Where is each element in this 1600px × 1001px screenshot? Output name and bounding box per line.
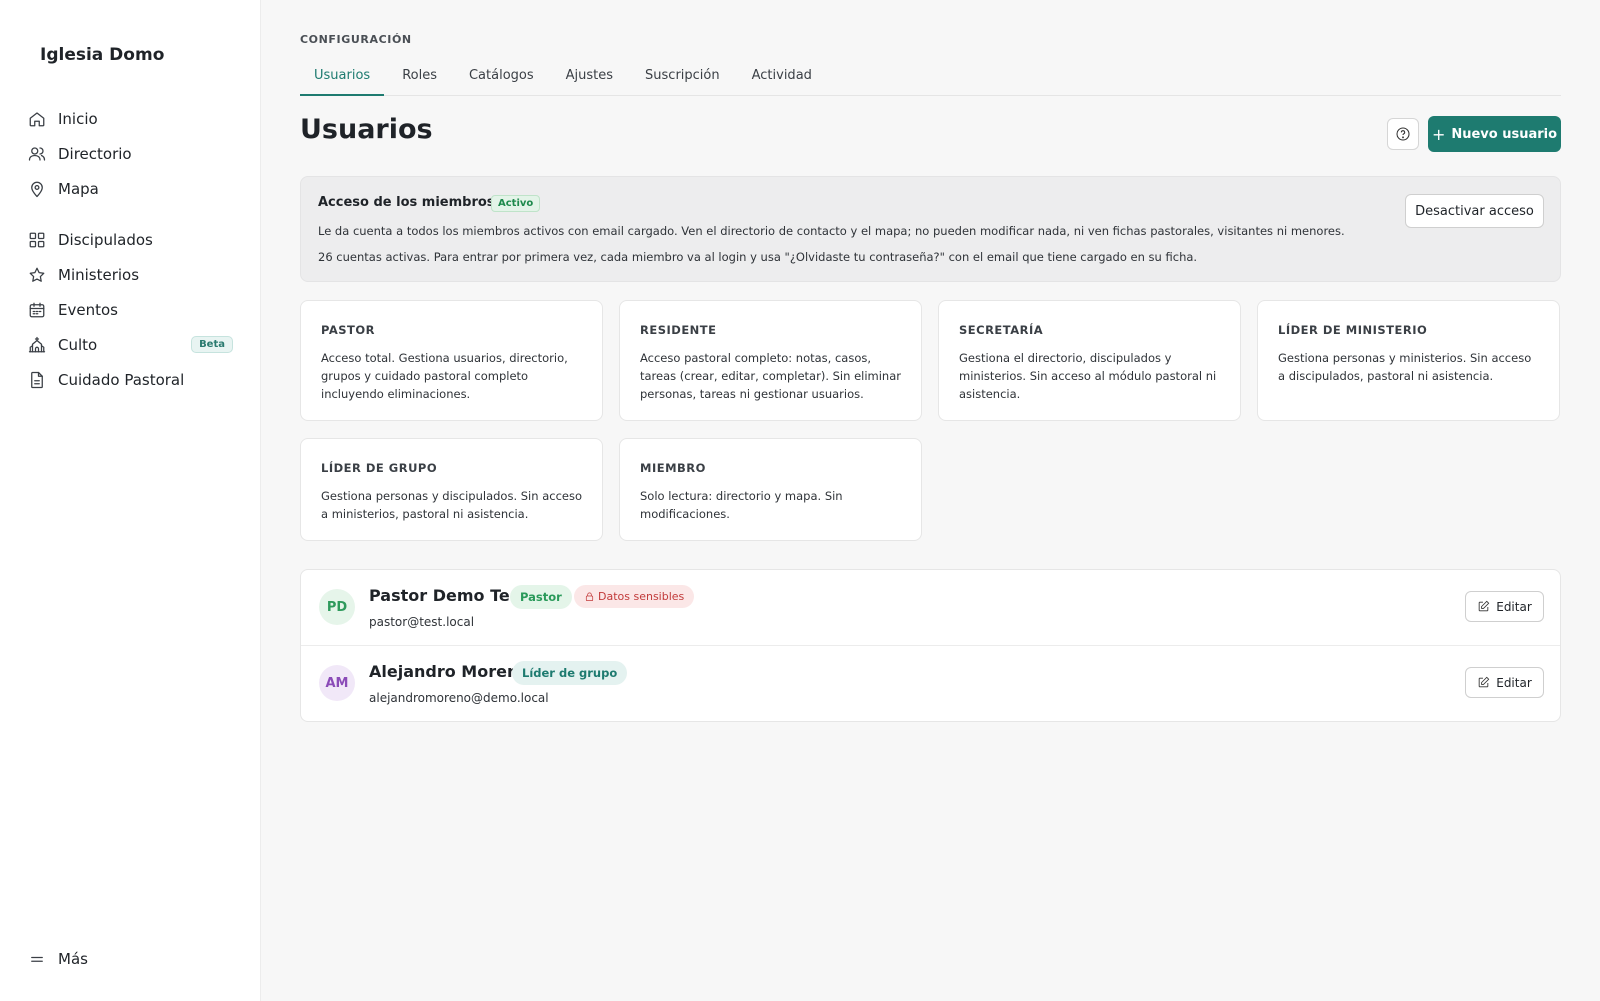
user-list: PD Pastor Demo Test Pastor Datos sensibl…	[300, 569, 1561, 722]
table-row: AM Alejandro Moreno Líder de grupo aleja…	[301, 646, 1560, 722]
edit-label: Editar	[1496, 675, 1532, 690]
user-name: Alejandro Moreno	[369, 662, 530, 681]
edit-user-button[interactable]: Editar	[1465, 591, 1544, 622]
member-access-title: Acceso de los miembros	[318, 195, 495, 210]
sidebar-item-directorio[interactable]: Directorio	[28, 141, 233, 167]
role-description: Acceso pastoral completo: notas, casos, …	[640, 351, 901, 401]
help-icon	[1396, 127, 1410, 141]
role-card-lider-grupo: LÍDER DE GRUPO Gestiona personas y disci…	[300, 438, 603, 541]
sidebar-item-eventos[interactable]: Eventos	[28, 297, 233, 323]
new-user-button[interactable]: + Nuevo usuario	[1428, 116, 1561, 152]
role-name: RESIDENTE	[640, 323, 717, 337]
role-name: PASTOR	[321, 323, 376, 337]
settings-tabs: Usuarios Roles Catálogos Ajustes Suscrip…	[300, 62, 1561, 96]
beta-badge: Beta	[191, 336, 233, 353]
deactivate-access-button[interactable]: Desactivar acceso	[1405, 194, 1544, 228]
new-user-label: Nuevo usuario	[1451, 126, 1558, 142]
role-card-miembro: MIEMBRO Solo lectura: directorio y mapa.…	[619, 438, 922, 541]
tab-ajustes[interactable]: Ajustes	[552, 62, 627, 96]
sidebar-item-ministerios[interactable]: Ministerios	[28, 262, 233, 288]
sidebar-item-label: Más	[58, 950, 88, 968]
section-label: CONFIGURACIÓN	[300, 33, 412, 46]
sidebar-item-label: Mapa	[58, 180, 99, 198]
grid-icon	[28, 231, 46, 249]
tab-actividad[interactable]: Actividad	[738, 62, 826, 96]
user-email: alejandromoreno@demo.local	[369, 691, 549, 705]
sensitive-data-badge: Datos sensibles	[574, 585, 695, 608]
sidebar-item-mapa[interactable]: Mapa	[28, 176, 233, 202]
users-icon	[28, 145, 46, 163]
sidebar-item-inicio[interactable]: Inicio	[28, 106, 233, 132]
calendar-icon	[28, 301, 46, 319]
member-access-info: 26 cuentas activas. Para entrar por prim…	[318, 250, 1198, 264]
map-pin-icon	[28, 180, 46, 198]
star-icon	[28, 266, 46, 284]
sidebar-item-mas[interactable]: Más	[28, 946, 233, 972]
role-name: SECRETARÍA	[959, 323, 1044, 337]
church-icon	[28, 336, 46, 354]
sidebar-item-label: Inicio	[58, 110, 98, 128]
role-card-pastor: PASTOR Acceso total. Gestiona usuarios, …	[300, 300, 603, 421]
tab-catalogos[interactable]: Catálogos	[455, 62, 548, 96]
avatar: PD	[319, 589, 355, 625]
role-badge: Pastor	[510, 585, 572, 609]
role-description: Gestiona personas y discipulados. Sin ac…	[321, 489, 582, 521]
menu-icon	[28, 950, 46, 968]
avatar: AM	[319, 665, 355, 701]
member-access-panel: Acceso de los miembros Activo Le da cuen…	[300, 176, 1561, 282]
lock-icon	[585, 592, 594, 601]
user-name: Pastor Demo Test	[369, 586, 527, 605]
sidebar-item-label: Discipulados	[58, 231, 153, 249]
sidebar-item-label: Directorio	[58, 145, 132, 163]
role-name: LÍDER DE GRUPO	[321, 461, 438, 475]
status-badge: Activo	[491, 195, 541, 212]
sidebar-item-label: Eventos	[58, 301, 118, 319]
user-email: pastor@test.local	[369, 615, 475, 629]
edit-icon	[1478, 676, 1490, 688]
role-card-lider-ministerio: LÍDER DE MINISTERIO Gestiona personas y …	[1257, 300, 1560, 421]
sidebar-item-discipulados[interactable]: Discipulados	[28, 227, 233, 253]
help-button[interactable]	[1387, 118, 1419, 150]
role-name: MIEMBRO	[640, 461, 706, 475]
sidebar-item-label: Ministerios	[58, 266, 140, 284]
role-description: Solo lectura: directorio y mapa. Sin mod…	[640, 489, 843, 521]
home-icon	[28, 110, 46, 128]
role-description: Gestiona personas y ministerios. Sin acc…	[1278, 351, 1532, 383]
tab-suscripcion[interactable]: Suscripción	[631, 62, 734, 96]
role-badge: Líder de grupo	[512, 661, 628, 685]
sidebar: Iglesia Domo Inicio Directorio Mapa Disc…	[0, 0, 261, 1001]
edit-icon	[1478, 600, 1490, 612]
tab-usuarios[interactable]: Usuarios	[300, 62, 385, 96]
table-row: PD Pastor Demo Test Pastor Datos sensibl…	[301, 570, 1560, 646]
tab-roles[interactable]: Roles	[388, 62, 451, 96]
plus-icon: +	[1431, 124, 1446, 144]
sidebar-item-label: Cuidado Pastoral	[58, 371, 185, 389]
role-description: Gestiona el directorio, discipulados y m…	[959, 351, 1217, 401]
sidebar-item-cuidado-pastoral[interactable]: Cuidado Pastoral	[28, 367, 233, 393]
role-card-residente: RESIDENTE Acceso pastoral completo: nota…	[619, 300, 922, 421]
role-description: Acceso total. Gestiona usuarios, directo…	[321, 351, 568, 401]
sidebar-item-label: Culto	[58, 336, 98, 354]
sensitive-data-label: Datos sensibles	[598, 590, 685, 603]
member-access-description: Le da cuenta a todos los miembros activo…	[318, 224, 1345, 238]
sidebar-item-culto[interactable]: Culto Beta	[28, 332, 233, 358]
role-card-secretaria: SECRETARÍA Gestiona el directorio, disci…	[938, 300, 1241, 421]
brand-name: Iglesia Domo	[40, 45, 165, 65]
page-title: Usuarios	[300, 114, 433, 145]
role-name: LÍDER DE MINISTERIO	[1278, 323, 1428, 337]
document-icon	[28, 371, 46, 389]
edit-user-button[interactable]: Editar	[1465, 667, 1544, 698]
edit-label: Editar	[1496, 599, 1532, 614]
